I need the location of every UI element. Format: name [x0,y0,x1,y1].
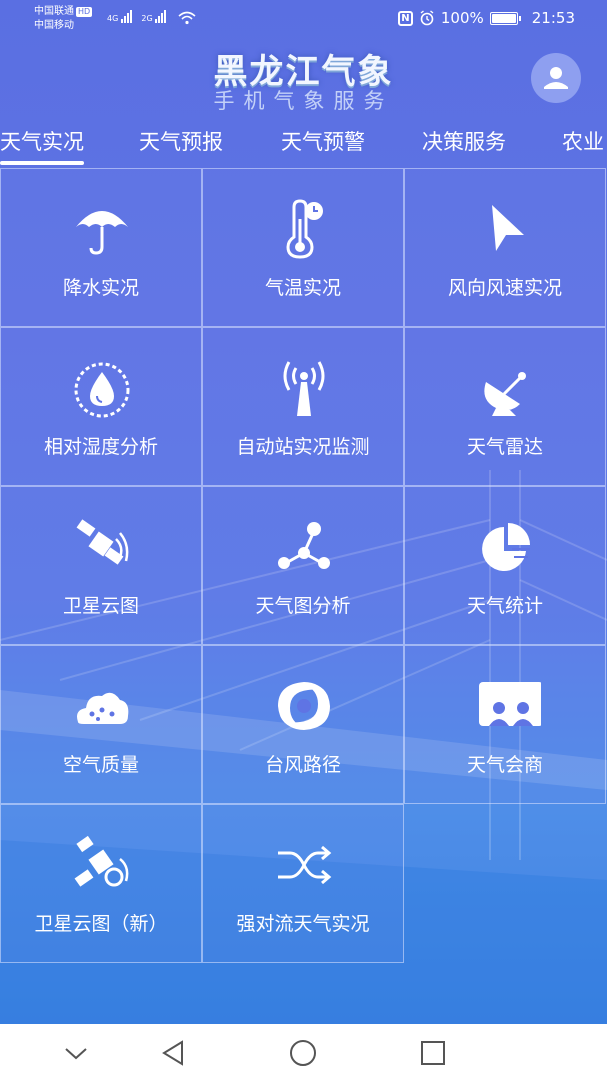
grid-item-severe-convection[interactable]: 强对流天气实况 [202,804,404,963]
tab-weather-observation[interactable]: 天气实况 [0,126,84,165]
signal-bars-icon [120,10,133,23]
typhoon-icon [278,682,330,730]
carrier2-label: 中国移动 [34,20,74,31]
pie-chart-icon [482,523,530,571]
net2-label: 2G [141,14,153,23]
umbrella-icon [76,211,128,255]
app-subtitle: 手机气象服务 [213,89,394,113]
user-icon [544,67,568,89]
home-icon[interactable] [288,1038,318,1068]
user-avatar-button[interactable] [531,53,581,103]
tab-agriculture[interactable]: 农业 [562,126,604,156]
grid-item-air-quality[interactable]: 空气质量 [0,645,202,804]
satellite-new-icon [74,835,129,887]
conference-icon [479,682,541,726]
grid-item-label: 自动站实况监测 [236,436,370,458]
wind-direction-icon [492,205,524,251]
battery-icon [489,11,521,25]
cloud-dots-icon [77,692,129,724]
tab-weather-forecast[interactable]: 天气预报 [139,126,223,156]
recents-icon[interactable] [418,1038,448,1068]
battery-percent: 100% [440,9,484,27]
grid-item-auto-station[interactable]: 自动站实况监测 [202,327,404,486]
grid-item-satellite[interactable]: 卫星云图 [0,486,202,645]
signal-indicators: 4G 2G [107,10,167,23]
alarm-icon [420,10,434,26]
grid-item-label: 相对湿度分析 [43,436,158,458]
grid-item-temperature[interactable]: 气温实况 [202,168,404,327]
grid-item-label: 强对流天气实况 [236,913,370,935]
satellite-icon [76,519,129,565]
wifi-icon [178,11,196,25]
grid-item-statistics[interactable]: 天气统计 [404,486,606,645]
grid-item-label: 降水实况 [62,277,139,299]
grid-item-wind[interactable]: 风向风速实况 [404,168,606,327]
nfc-icon: N [397,10,413,26]
thermometer-icon [286,199,323,259]
grid-item-label: 卫星云图 [62,595,139,617]
grid-item-label: 气温实况 [264,277,341,299]
weather-station-icon [283,361,325,416]
shuffle-icon [278,845,332,885]
carrier-info: 中国联通 HD 中国移动 [34,5,93,33]
net1-label: 4G [107,14,119,23]
grid-item-consultation[interactable]: 天气会商 [404,645,606,804]
hd-badge: HD [76,7,93,17]
humidity-gauge-icon [74,362,130,418]
app-header: 黑龙江气象 手机气象服务 [0,36,607,118]
grid-item-precipitation[interactable]: 降水实况 [0,168,202,327]
grid-item-label: 风向风速实况 [447,277,562,299]
system-navigation-bar [0,1024,607,1080]
grid-item-label: 天气会商 [466,754,543,776]
grid-item-weather-map[interactable]: 天气图分析 [202,486,404,645]
carrier1-label: 中国联通 [34,6,74,17]
clock: 21:53 [531,9,575,27]
grid-item-label: 天气图分析 [255,595,351,617]
tab-weather-warning[interactable]: 天气预警 [281,126,365,156]
signal-bars-icon-2 [155,10,167,23]
status-right-group: N 100% 21:53 [397,9,575,27]
grid-item-label: 天气统计 [466,595,543,617]
radar-dish-icon [484,372,526,416]
grid-item-label: 空气质量 [62,754,139,776]
back-icon[interactable] [158,1038,188,1068]
network-nodes-icon [278,522,330,569]
grid-item-typhoon[interactable]: 台风路径 [202,645,404,804]
grid-item-label: 天气雷达 [466,436,543,458]
grid-item-label: 卫星云图（新） [34,913,168,935]
category-tabs: 天气实况 天气预报 天气预警 决策服务 农业 [0,118,607,166]
grid-item-label: 台风路径 [264,754,341,776]
grid-item-radar[interactable]: 天气雷达 [404,327,606,486]
grid-item-humidity[interactable]: 相对湿度分析 [0,327,202,486]
chevron-down-icon[interactable] [61,1038,91,1068]
grid-item-satellite-new[interactable]: 卫星云图（新） [0,804,202,963]
status-bar: 中国联通 HD 中国移动 4G 2G N 100% 21:53 [0,0,607,36]
tab-decision-service[interactable]: 决策服务 [422,126,506,156]
